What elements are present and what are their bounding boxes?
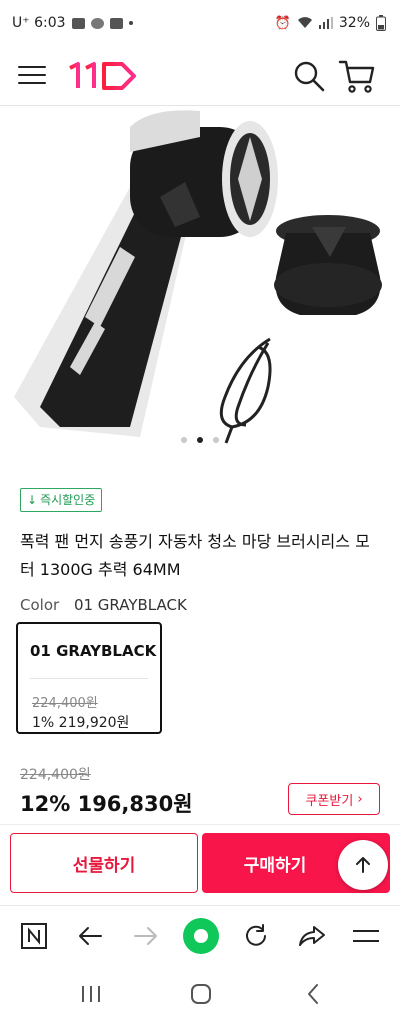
system-navigation-bar [0,965,400,1024]
gift-button-label: 선물하기 [72,855,136,876]
chevron-left-icon [308,984,318,1004]
green-dot-button[interactable] [182,917,220,955]
product-title: 폭력 팬 먼지 송풍기 자동차 청소 마당 브러시리스 모터 1300G 추력 … [20,532,370,579]
gallery-dot-2 [197,437,203,443]
sale-price: 12% 196,830원 [20,792,193,816]
green-circle-icon [183,918,219,954]
arrow-up-icon [356,857,370,873]
system-back-button[interactable] [298,981,328,1007]
forward-button[interactable] [130,920,162,952]
status-right: ⏰ 32% [275,15,386,31]
gift-button[interactable]: 선물하기 [10,833,198,893]
instant-discount-badge: ↓ 즉시할인중 [20,488,103,512]
gallery-notification-icon [71,17,85,29]
menu-bar-mid [18,74,46,76]
wifi-icon [297,17,312,28]
option-card-name: 01 GRAYBLACK [30,642,157,660]
cart-button[interactable] [338,58,376,94]
folder-notification-icon [109,17,123,29]
app-header [0,46,400,106]
menu-bar-top [18,66,46,68]
buy-button-label: 구매하기 [243,855,307,876]
product-image [14,110,382,444]
gallery-indicator [0,437,400,443]
status-left: U⁺ 6:03 [12,15,133,31]
share-button[interactable] [296,920,328,952]
talk-notification-icon [90,17,104,29]
search-button[interactable] [292,59,326,93]
option-card-selected[interactable]: 01 GRAYBLACK 224,400원 1% 219,920원 [16,622,162,734]
option-value: 01 GRAYBLACK [73,596,187,614]
browser-toolbar [0,905,400,965]
browser-menu-button[interactable] [350,920,382,952]
search-icon [294,61,325,92]
cart-icon [338,60,375,93]
arrow-right-icon [134,927,157,945]
gallery-dot-1 [181,437,187,443]
gallery-dot-3 [213,437,219,443]
option-card-sale-price: 1% 219,920원 [32,715,130,731]
signal-icon [318,17,333,29]
back-button[interactable] [74,920,106,952]
coupon-button[interactable]: 쿠폰받기 › [288,783,380,815]
cable-illustration [219,337,272,444]
share-icon [299,926,325,946]
option-row: Color 01 GRAYBLACK [20,596,187,614]
menu-button[interactable] [18,62,46,88]
recent-apps-icon [82,986,100,1002]
11st-logo[interactable] [66,56,138,96]
scroll-top-button[interactable] [338,840,388,890]
status-bar: U⁺ 6:03 ⏰ 32% [0,0,400,46]
home-button[interactable] [186,981,216,1007]
divider [0,824,400,825]
recent-apps-button[interactable] [76,981,106,1007]
home-icon [191,984,211,1004]
option-card-original-price: 224,400원 [32,696,98,711]
coupon-label: 쿠폰받기 [305,793,354,809]
down-arrow-icon: ↓ [27,493,38,507]
badge-label: 즉시할인중 [40,493,96,507]
naver-n-icon [21,923,47,949]
nozzle-illustration [274,215,382,315]
carrier-time: U⁺ 6:03 [12,15,66,31]
product-image-gallery[interactable] [0,107,400,455]
refresh-icon [246,924,266,946]
menu-bar-bottom [18,82,46,84]
arrow-left-icon [79,927,102,945]
option-label: Color [20,596,60,614]
original-price: 224,400원 [20,767,91,783]
battery-icon [376,15,386,31]
menu-lines-icon [353,930,379,942]
naver-home-button[interactable] [18,920,50,952]
battery-level: 32% [338,15,370,31]
blower-illustration [14,110,278,437]
refresh-button[interactable] [240,920,272,952]
option-card-divider [30,678,148,679]
more-notifications-dot [128,21,133,25]
chevron-right-icon: › [357,791,363,807]
alarm-icon: ⏰ [274,15,291,31]
